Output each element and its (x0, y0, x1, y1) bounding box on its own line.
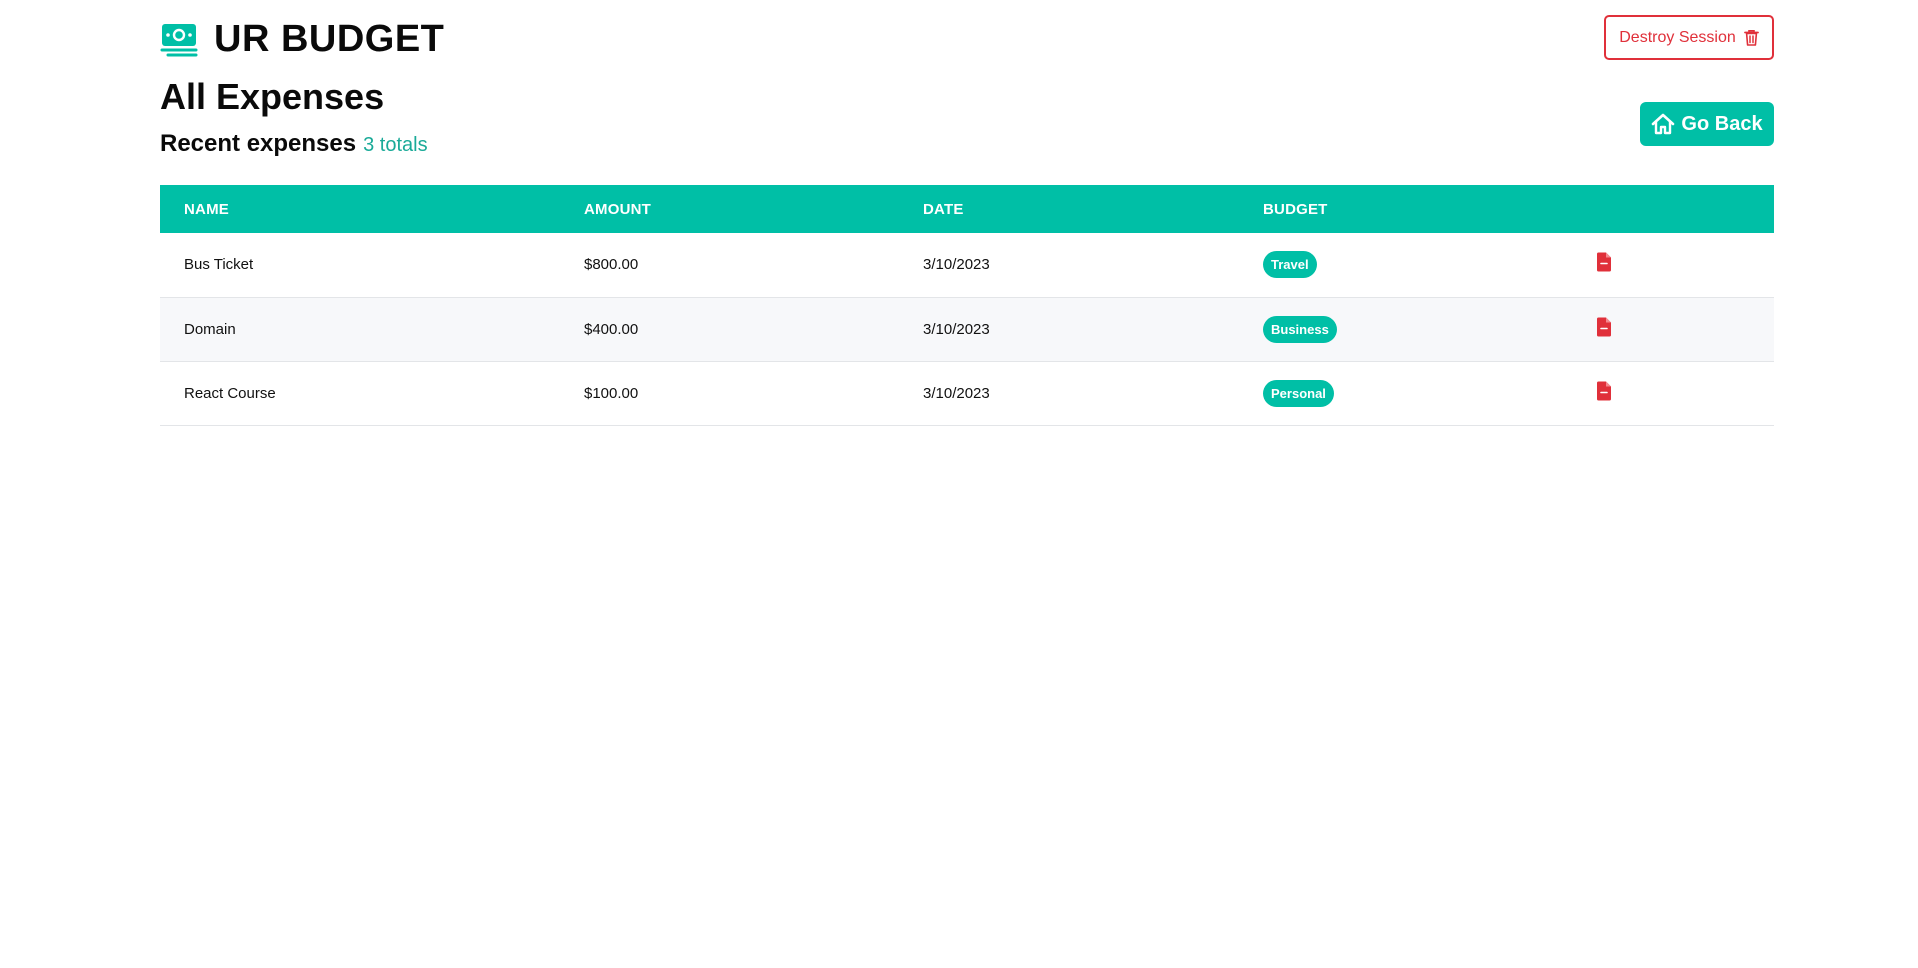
column-header-date: DATE (923, 200, 964, 218)
expense-count: 3 totals (363, 134, 428, 156)
page-title: All Expenses (160, 76, 385, 117)
subheading-label: Recent expenses (160, 130, 357, 157)
file-delete-icon[interactable] (1596, 317, 1612, 337)
budget-badge[interactable]: Business (1263, 315, 1337, 343)
expense-date: 3/10/2023 (923, 384, 990, 402)
action-cell (1572, 233, 1774, 297)
destroy-session-button[interactable]: Destroy Session (1604, 15, 1774, 60)
action-cell (1572, 361, 1774, 425)
budget-cell: Business (1239, 297, 1572, 361)
table-header-row: NAME AMOUNT DATE BUDGET (160, 185, 1774, 233)
destroy-session-label: Destroy Session (1619, 28, 1736, 46)
expense-amount: $800.00 (584, 256, 639, 274)
expense-amount: $100.00 (584, 384, 639, 402)
file-delete-icon[interactable] (1596, 252, 1612, 272)
money-bill-icon (160, 23, 198, 56)
file-delete-icon[interactable] (1596, 381, 1612, 401)
column-header-name: NAME (184, 200, 229, 218)
expenses-table: NAME AMOUNT DATE BUDGET Bus Ticket $800.… (160, 185, 1774, 426)
expense-name: React Course (184, 384, 276, 402)
page: UR BUDGET Destroy Session All Expenses R… (0, 0, 1918, 968)
brand[interactable]: UR BUDGET (160, 18, 444, 61)
column-header-budget: BUDGET (1263, 200, 1328, 218)
brand-title: UR BUDGET (214, 18, 445, 60)
budget-badge[interactable]: Personal (1263, 379, 1334, 407)
expense-date: 3/10/2023 (923, 256, 990, 274)
action-cell (1572, 297, 1774, 361)
go-back-button[interactable]: Go Back (1640, 102, 1774, 146)
column-header-action (1572, 185, 1774, 233)
table-row: React Course $100.00 3/10/2023 Personal (160, 361, 1774, 425)
table-row: Domain $400.00 3/10/2023 Business (160, 297, 1774, 361)
budget-cell: Personal (1239, 361, 1572, 425)
expense-amount: $400.00 (584, 320, 639, 338)
budget-cell: Travel (1239, 233, 1572, 297)
recent-expenses-heading: Recent expenses 3 totals (160, 130, 428, 158)
trash-icon (1743, 30, 1759, 46)
budget-badge[interactable]: Travel (1263, 251, 1317, 279)
column-header-amount: AMOUNT (584, 200, 652, 218)
go-back-label: Go Back (1681, 112, 1763, 135)
expense-date: 3/10/2023 (923, 320, 990, 338)
home-icon (1652, 113, 1675, 135)
expense-name: Bus Ticket (184, 256, 254, 274)
expense-name: Domain (184, 320, 236, 338)
table-row: Bus Ticket $800.00 3/10/2023 Travel (160, 233, 1774, 297)
